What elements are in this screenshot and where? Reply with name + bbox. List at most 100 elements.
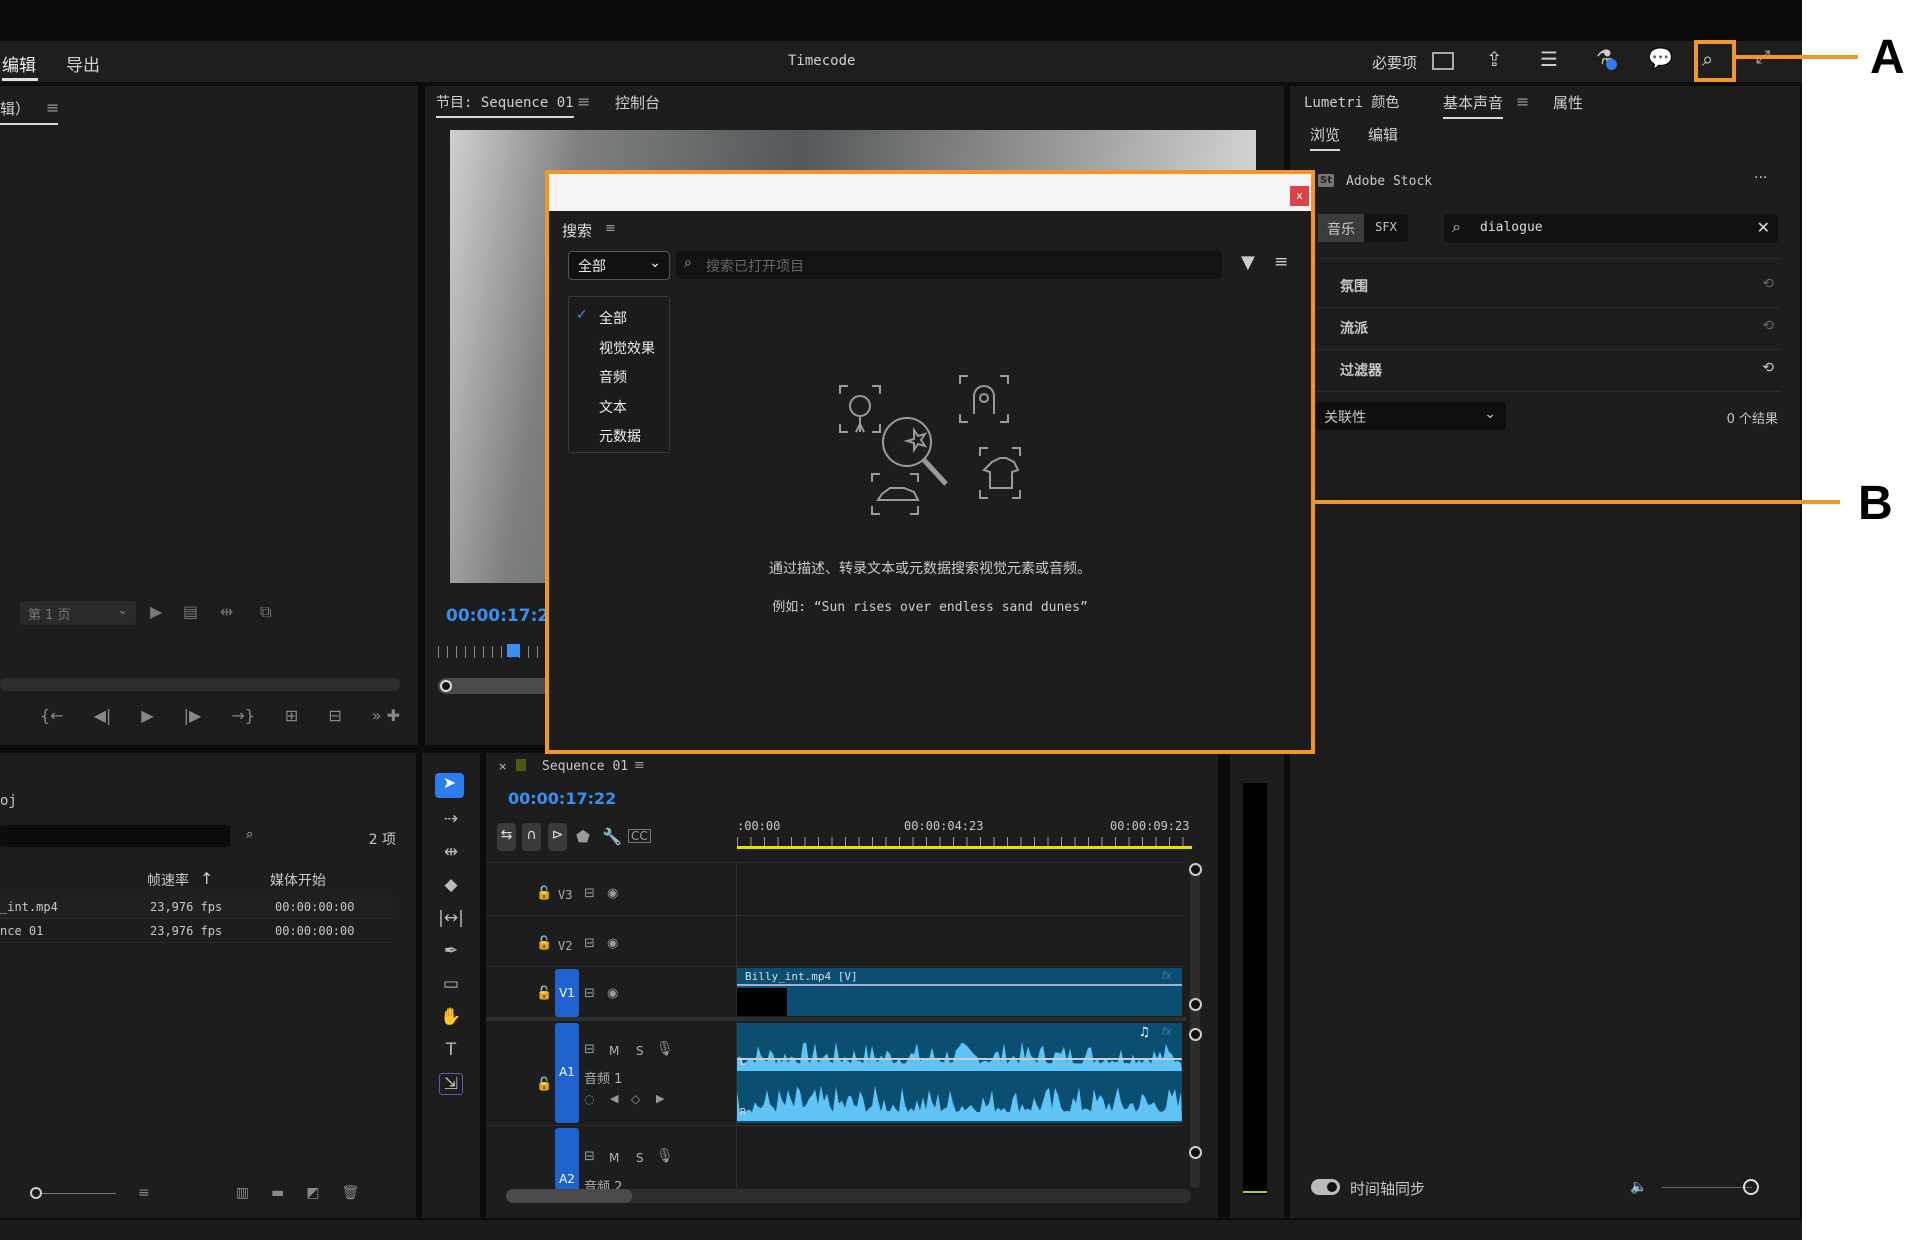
page-select[interactable]: 第 1 页⌄ — [20, 601, 136, 625]
section-filters[interactable]: 过滤器⟲ — [1290, 350, 1780, 392]
tab-lumetri[interactable]: Lumetri 颜色 — [1304, 92, 1399, 112]
panel-menu-icon[interactable]: ≡ — [634, 759, 645, 772]
add-keyframe-icon[interactable]: ◇ — [631, 1093, 640, 1105]
music-tab[interactable]: 音乐 — [1318, 214, 1364, 242]
source-scrollbar[interactable] — [0, 678, 400, 691]
add-marker-icon[interactable]: ⬟ — [576, 829, 590, 845]
ripple-edit-tool[interactable]: ⇹ — [444, 842, 458, 862]
overlay-icon[interactable]: ⧉ — [260, 604, 271, 620]
panel-layout-icon[interactable] — [1432, 52, 1454, 70]
lock-icon[interactable]: 🔓 — [536, 887, 552, 900]
trash-icon[interactable]: 🗑 — [341, 1185, 359, 1201]
video-audio-divider[interactable] — [486, 1017, 1186, 1021]
lock-icon[interactable]: 🔓 — [536, 987, 552, 1000]
zoom-slider-handle[interactable] — [30, 1187, 42, 1199]
lock-icon[interactable]: 🔓 — [536, 937, 552, 950]
zoom-slider[interactable] — [42, 1193, 116, 1194]
search-input[interactable]: ⌕ 搜索已打开项目 — [676, 251, 1222, 279]
playhead[interactable] — [507, 644, 520, 657]
eye-icon[interactable]: ◉ — [607, 937, 618, 950]
eye-icon[interactable]: ◉ — [607, 987, 618, 1000]
column-media-start[interactable]: 媒体开始 — [270, 870, 326, 890]
audio-clip[interactable]: ♫ fx L R — [737, 1023, 1182, 1123]
reset-icon[interactable]: ⟲ — [1762, 318, 1774, 334]
dialog-titlebar[interactable]: x — [549, 174, 1311, 211]
hand-tool[interactable]: ✋ — [440, 1007, 461, 1027]
microphone-icon[interactable]: 🎙 — [656, 1149, 674, 1163]
lock-icon[interactable]: 🔓 — [536, 1078, 552, 1091]
volume-slider[interactable] — [1662, 1187, 1752, 1188]
share-icon[interactable]: ⇪ — [1486, 49, 1503, 69]
more-options-button[interactable]: ··· — [1754, 170, 1767, 186]
sync-lock-icon[interactable]: ⊟ — [584, 887, 595, 900]
sync-lock-icon[interactable]: ⊟ — [584, 1150, 595, 1163]
insert-icon[interactable]: ⊞ — [285, 706, 298, 725]
keyframe-display-icon[interactable]: ◌ — [584, 1093, 594, 1105]
tab-properties[interactable]: 属性 — [1553, 92, 1583, 113]
new-item-icon[interactable]: ◩ — [306, 1185, 319, 1201]
time-ruler[interactable] — [737, 837, 1192, 846]
panel-menu-icon[interactable]: ≡ — [46, 100, 59, 116]
captions-icon[interactable]: CC — [628, 829, 651, 843]
section-genre[interactable]: 流派⟲ — [1290, 308, 1780, 350]
workspace-button[interactable]: 必要项 — [1372, 52, 1417, 73]
freeform-icon[interactable]: ▥ — [236, 1185, 249, 1201]
scroll-handle[interactable] — [1189, 998, 1202, 1011]
solo-button[interactable]: S — [636, 1044, 644, 1058]
program-ruler[interactable] — [438, 646, 548, 658]
sync-lock-icon[interactable]: ⊟ — [584, 1043, 595, 1056]
type-tool[interactable]: T — [446, 1040, 456, 1060]
clear-search-icon[interactable]: ✕ — [1757, 220, 1770, 236]
work-area-bar[interactable] — [737, 846, 1192, 849]
more-icon[interactable]: » ✚ — [372, 706, 400, 725]
project-search-input[interactable] — [0, 825, 230, 847]
slip-tool[interactable]: |↔| — [438, 908, 464, 928]
step-back-icon[interactable]: ◀| — [94, 706, 112, 725]
video-clip[interactable]: Billy_int.mp4 [V] fx — [737, 968, 1182, 1016]
eye-icon[interactable]: ◉ — [607, 887, 618, 900]
feedback-icon[interactable]: 💬 — [1648, 48, 1673, 68]
quick-export-icon[interactable]: ☰ — [1540, 49, 1558, 69]
sync-lock-icon[interactable]: ⊟ — [584, 937, 595, 950]
mute-button[interactable]: M — [609, 1044, 619, 1058]
panel-menu-icon[interactable]: ≡ — [577, 94, 590, 110]
horizontal-scrollbar[interactable] — [506, 1189, 1191, 1203]
option-metadata[interactable]: 元数据 — [569, 422, 669, 452]
track-v3[interactable]: V3 — [558, 888, 572, 902]
sort-select[interactable]: 关联性⌄ — [1316, 402, 1506, 430]
razor-tool[interactable]: ◆ — [444, 875, 457, 895]
mute-button[interactable]: M — [609, 1151, 619, 1165]
film-icon[interactable]: ▤ — [183, 604, 198, 620]
sfx-tab[interactable]: SFX — [1364, 214, 1408, 242]
snap-toggle[interactable]: ∩ — [522, 823, 541, 851]
prev-keyframe-icon[interactable]: ◀ — [610, 1093, 618, 1104]
sort-ascending-icon[interactable]: ↑ — [200, 871, 213, 887]
scope-select[interactable]: 全部⌄ — [568, 251, 670, 280]
subtab-browse[interactable]: 浏览 — [1310, 124, 1340, 151]
stock-search-input[interactable]: ⌕ dialogue ✕ — [1444, 214, 1778, 243]
next-page-icon[interactable]: ▶ — [150, 604, 162, 620]
scroll-handle[interactable] — [1189, 1146, 1202, 1159]
options-menu-icon[interactable]: ≡ — [1274, 254, 1288, 271]
volume-slider-handle[interactable] — [1743, 1179, 1759, 1195]
scroll-handle[interactable] — [1189, 863, 1202, 876]
tab-export[interactable]: 导出 — [66, 51, 100, 76]
track-select-tool[interactable]: ⇢ — [444, 809, 458, 829]
tab-console[interactable]: 控制台 — [615, 92, 660, 113]
column-framerate[interactable]: 帧速率 — [147, 870, 189, 890]
step-forward-icon[interactable]: |▶ — [184, 706, 202, 725]
tab-edit[interactable]: 编辑 — [2, 51, 36, 76]
sort-icon[interactable]: ≡ — [138, 1185, 150, 1201]
filter-icon[interactable]: ▼ — [1241, 254, 1255, 272]
settings-wrench-icon[interactable]: 🔧 — [602, 829, 622, 845]
sync-lock-icon[interactable]: ⊟ — [584, 987, 595, 1000]
close-button[interactable]: x — [1290, 186, 1309, 206]
fit-icon[interactable]: ⇹ — [220, 604, 233, 620]
timeline-timecode[interactable]: 00:00:17:22 — [508, 789, 616, 808]
option-text[interactable]: 文本 — [569, 393, 669, 423]
mark-out-icon[interactable]: →} — [231, 706, 255, 725]
new-bin-icon[interactable]: ▬ — [271, 1185, 284, 1201]
program-timecode[interactable]: 00:00:17:22 — [446, 606, 561, 626]
microphone-icon[interactable]: 🎙 — [656, 1042, 674, 1056]
panel-menu-icon[interactable]: ≡ — [605, 222, 616, 235]
